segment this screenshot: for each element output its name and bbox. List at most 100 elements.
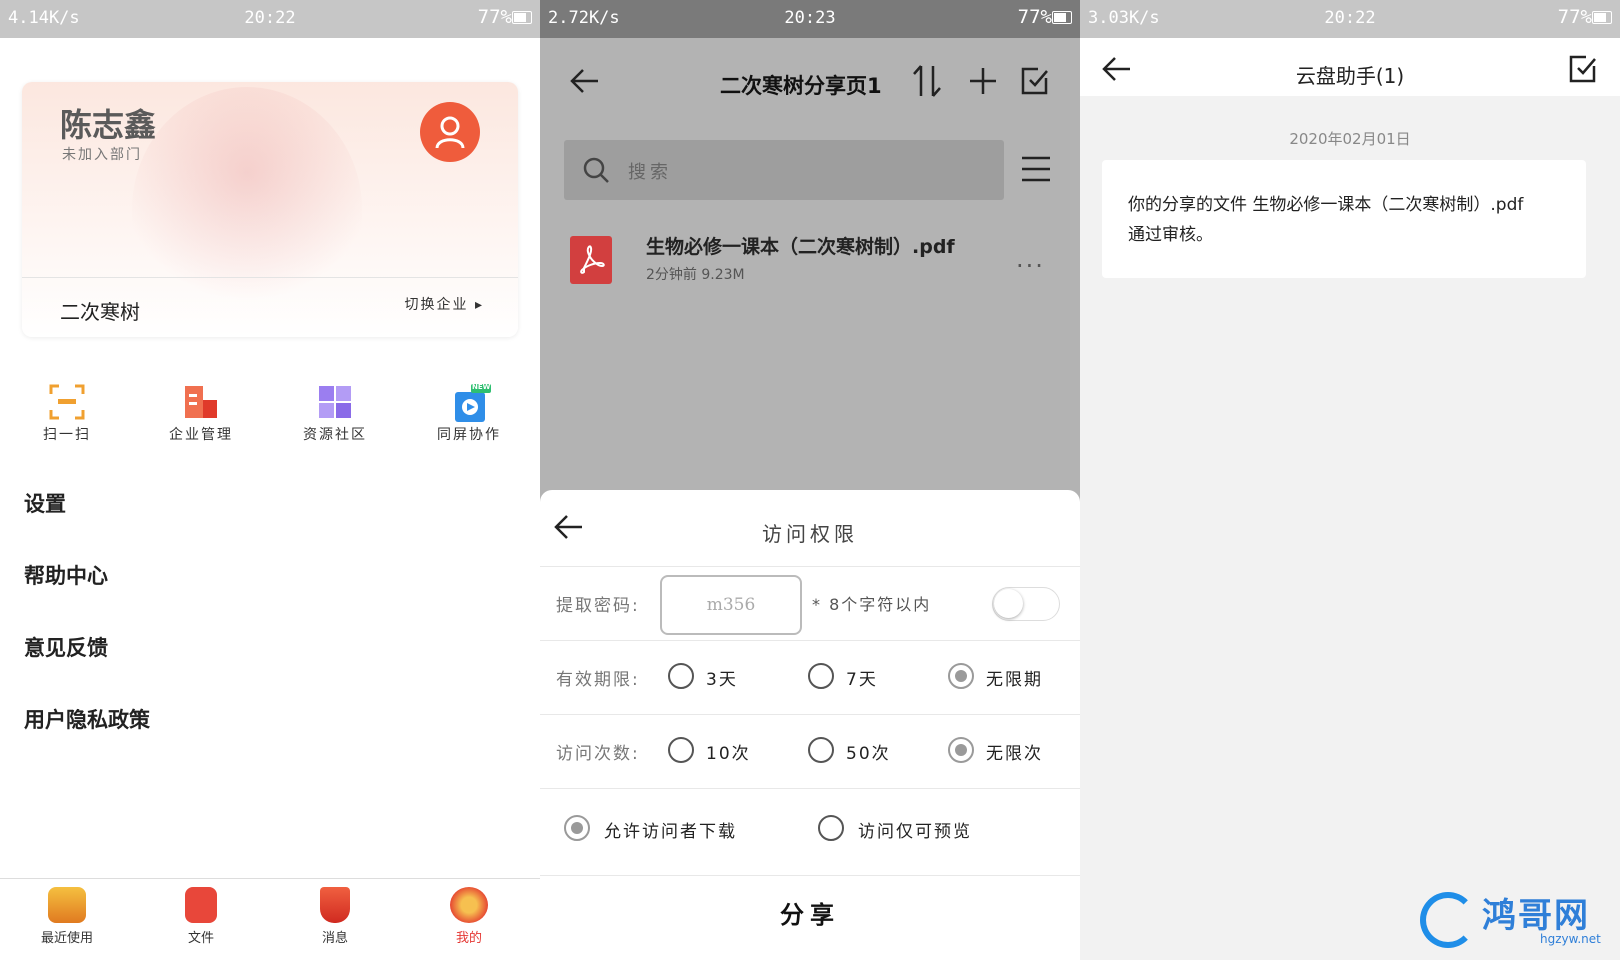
page-title: 云盘助手(1)	[1295, 64, 1405, 88]
tool-label: 扫一扫	[43, 427, 91, 443]
list-menu-icon[interactable]	[1022, 156, 1050, 182]
new-badge: NEW	[472, 383, 491, 391]
count-unlimited-radio[interactable]	[948, 737, 974, 763]
message-text: 你的分享的文件 生物必修一课本（二次寒树制）.pdf 通过审核。	[1128, 195, 1524, 245]
battery-percent: 77%	[1557, 6, 1592, 28]
search-icon	[583, 157, 609, 183]
recent-icon	[48, 887, 86, 923]
access-permission-sheet: 访问权限 提取密码: m356 * 8个字符以内 有效期限: 3天 7天 无限期…	[540, 490, 1080, 960]
profile-screen: 4.14K/s 20:22 77% 陈志鑫 未加入部门 二次寒树 切换企业 ▸ …	[0, 0, 540, 960]
menu-privacy-policy[interactable]: 用户隐私政策	[24, 704, 150, 734]
back-arrow-icon[interactable]	[570, 68, 600, 94]
toggle-knob	[994, 589, 1023, 618]
count-10-radio[interactable]	[668, 737, 694, 763]
file-name[interactable]: 生物必修一课本（二次寒树制）.pdf	[646, 232, 955, 259]
tool-label: 企业管理	[169, 427, 233, 443]
count-unlimited-label: 无限次	[986, 744, 1043, 764]
status-bar: 3.03K/s 20:22 77%	[1080, 0, 1620, 38]
tab-files[interactable]: 文件	[156, 887, 246, 946]
profile-card: 陈志鑫 未加入部门 二次寒树 切换企业 ▸	[22, 82, 518, 337]
cloud-assistant-screen: 3.03K/s 20:22 77% 云盘助手(1) 2020年02月01日 你的…	[1080, 0, 1620, 960]
tool-scan[interactable]: 扫一扫	[12, 378, 122, 444]
add-icon[interactable]	[968, 66, 998, 96]
user-name: 陈志鑫	[60, 106, 157, 144]
validity-unlimited-label: 无限期	[986, 670, 1043, 690]
validity-unlimited-radio[interactable]	[948, 663, 974, 689]
tab-recent[interactable]: 最近使用	[22, 887, 112, 946]
validity-7-days-label: 7天	[846, 670, 878, 690]
clock: 20:23	[784, 8, 836, 28]
validity-3-days-label: 3天	[706, 670, 738, 690]
more-options-icon[interactable]: ···	[1016, 252, 1045, 280]
user-icon	[435, 116, 465, 149]
select-icon[interactable]	[1568, 54, 1598, 84]
watermark-url: hgzyw.net	[1540, 932, 1601, 946]
user-department: 未加入部门	[62, 147, 142, 163]
status-bar: 4.14K/s 20:22 77%	[0, 0, 540, 38]
password-input[interactable]: m356	[660, 575, 802, 635]
tool-community[interactable]: 资源社区	[280, 378, 390, 444]
access-count-label: 访问次数:	[556, 744, 640, 764]
battery-icon	[1592, 11, 1612, 24]
tool-label: 资源社区	[303, 427, 367, 443]
message-icon	[320, 887, 350, 923]
tool-enterprise[interactable]: 企业管理	[146, 378, 256, 444]
battery-icon	[1052, 11, 1072, 24]
preview-only-radio[interactable]	[818, 815, 844, 841]
watermark-text: 鸿哥网	[1482, 896, 1590, 936]
status-bar: 2.72K/s 20:23 77%	[540, 0, 1080, 38]
tab-mine[interactable]: 我的	[424, 887, 514, 946]
password-toggle[interactable]	[992, 587, 1060, 621]
download-permission-row: 允许访问者下载 访问仅可预览	[540, 788, 1080, 869]
pdf-icon	[570, 236, 612, 284]
battery-icon	[512, 11, 532, 24]
top-nav: 云盘助手(1)	[1080, 38, 1620, 96]
enterprise-icon	[183, 384, 219, 420]
avatar[interactable]	[420, 102, 480, 162]
validity-row: 有效期限: 3天 7天 无限期	[540, 640, 1080, 715]
tool-grid: 扫一扫 企业管理 资源社区 NEW 同屏协作	[0, 378, 540, 458]
clock: 20:22	[244, 8, 296, 28]
divider	[22, 277, 518, 278]
share-button[interactable]: 分享	[540, 895, 1080, 930]
divider	[540, 875, 1080, 877]
battery-percent: 77%	[1017, 6, 1052, 28]
count-50-label: 50次	[846, 744, 891, 764]
switch-company-button[interactable]: 切换企业 ▸	[405, 294, 484, 314]
tab-label: 消息	[321, 931, 348, 946]
menu-help-center[interactable]: 帮助中心	[24, 560, 108, 590]
search-box[interactable]: 搜索	[564, 140, 1004, 200]
clock: 20:22	[1324, 8, 1376, 28]
access-count-row: 访问次数: 10次 50次 无限次	[540, 714, 1080, 789]
battery-percent: 77%	[477, 6, 512, 28]
logo-g-icon	[1420, 892, 1476, 948]
validity-label: 有效期限:	[556, 670, 640, 690]
sheet-title: 访问权限	[762, 522, 858, 546]
switch-company-label: 切换企业	[404, 297, 469, 313]
caret-right-icon: ▸	[474, 297, 484, 313]
sort-icon[interactable]	[912, 64, 942, 98]
menu-feedback[interactable]: 意见反馈	[24, 632, 108, 662]
message-date: 2020年02月01日	[1289, 130, 1411, 148]
validity-7-days-radio[interactable]	[808, 663, 834, 689]
tool-label: 同屏协作	[437, 427, 501, 443]
share-settings-screen: 2.72K/s 20:23 77% 二次寒树分享页1 搜索 生物必修一课本（二次…	[540, 0, 1080, 960]
message-card: 你的分享的文件 生物必修一课本（二次寒树制）.pdf 通过审核。	[1102, 160, 1586, 278]
bottom-tab-bar: 最近使用 文件 消息 我的	[0, 878, 540, 960]
allow-download-label: 允许访问者下载	[604, 822, 737, 842]
tool-screen-collab[interactable]: NEW 同屏协作	[414, 378, 524, 444]
password-note: * 8个字符以内	[812, 595, 932, 614]
tab-messages[interactable]: 消息	[290, 887, 380, 946]
screen-collab-icon: NEW	[451, 383, 491, 422]
count-50-radio[interactable]	[808, 737, 834, 763]
menu-settings[interactable]: 设置	[24, 488, 66, 518]
page-title: 二次寒树分享页1	[720, 74, 882, 98]
allow-download-radio[interactable]	[564, 815, 590, 841]
search-placeholder: 搜索	[628, 162, 672, 183]
file-meta: 2分钟前 9.23M	[646, 267, 745, 283]
select-icon[interactable]	[1020, 66, 1050, 96]
validity-3-days-radio[interactable]	[668, 663, 694, 689]
count-10-label: 10次	[706, 744, 751, 764]
password-label: 提取密码:	[556, 596, 640, 616]
top-nav: 二次寒树分享页1	[540, 38, 1080, 128]
